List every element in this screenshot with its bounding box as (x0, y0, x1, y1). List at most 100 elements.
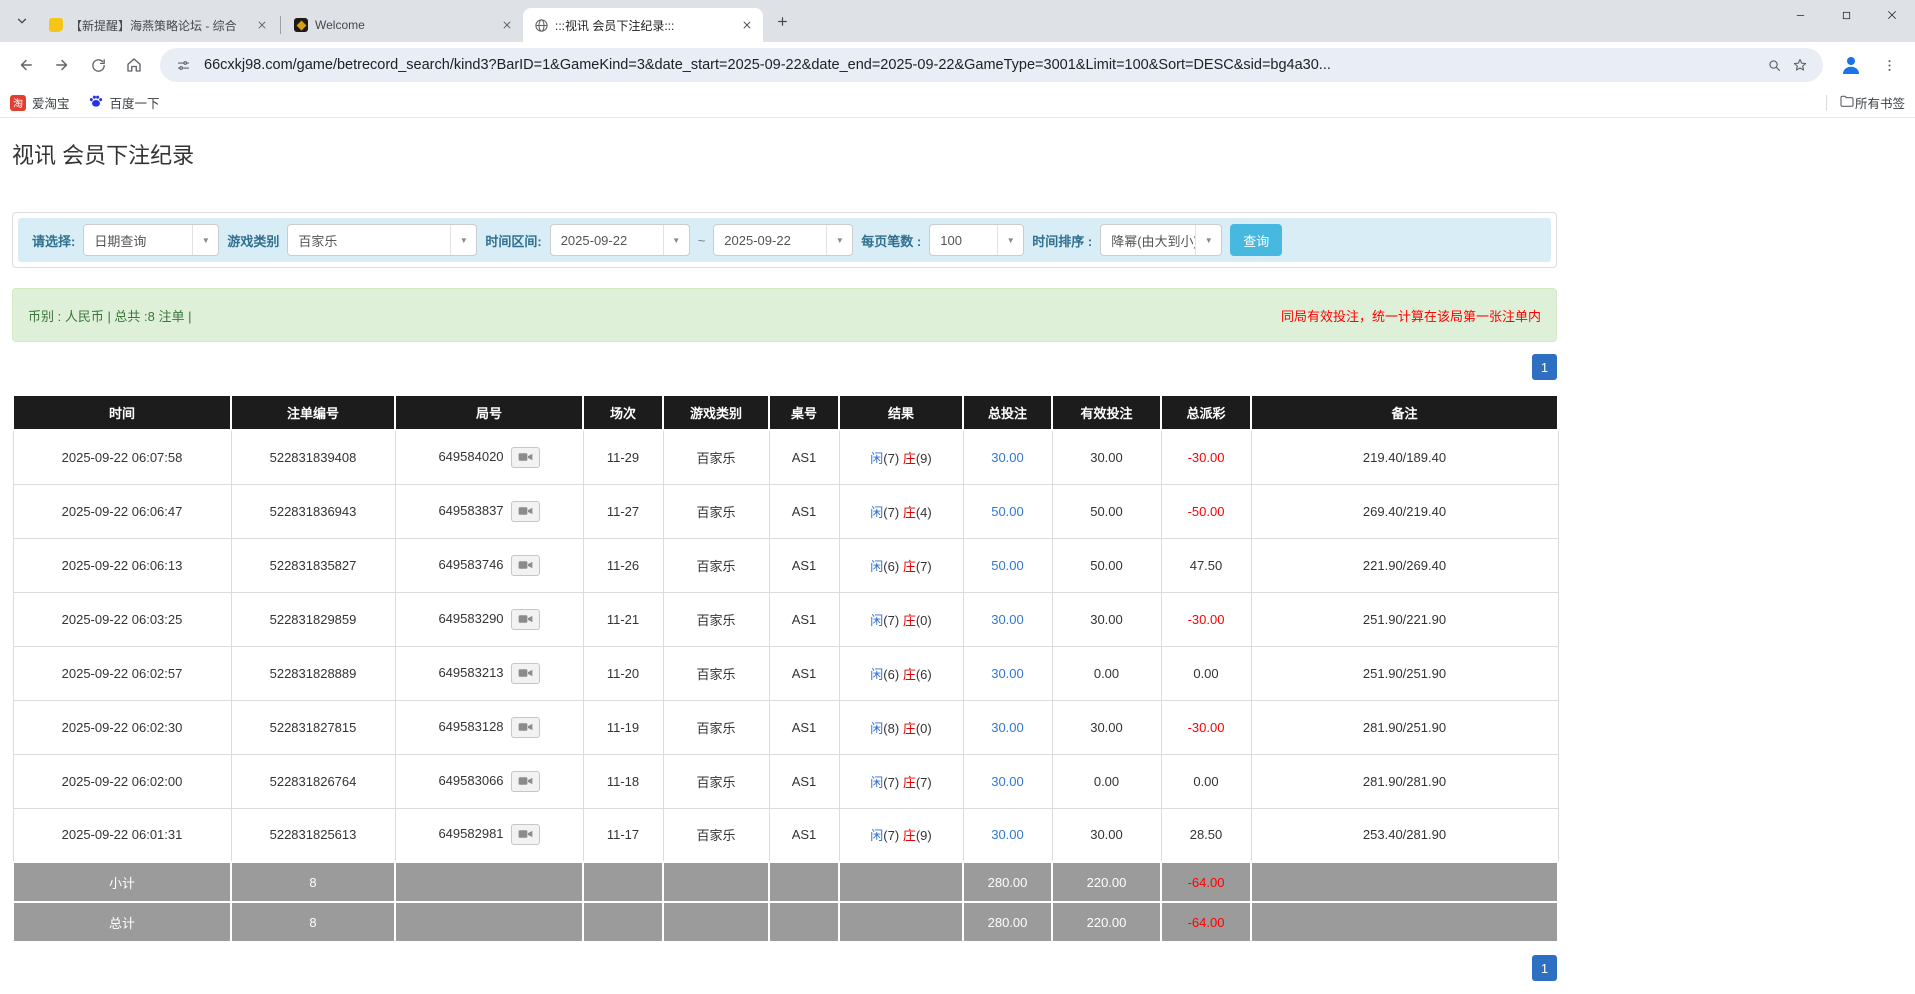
browser-menu-button[interactable] (1873, 49, 1905, 81)
date-range-tilde: ~ (698, 233, 706, 248)
cell-total-bet: 30.00 (963, 592, 1052, 646)
per-page-select[interactable]: 100 ▼ (929, 224, 1024, 256)
cell-bet-id: 522831827815 (231, 700, 395, 754)
cell-table: AS1 (769, 430, 839, 484)
page-content: 视讯 会员下注纪录 请选择: 日期查询 ▼ 游戏类别 百家乐 ▼ 时间区间: (0, 118, 1915, 981)
bookmark-baidu[interactable]: 百度一下 (88, 93, 160, 112)
zoom-icon[interactable] (1761, 52, 1787, 78)
cell-total-bet: 50.00 (963, 484, 1052, 538)
table-row: 2025-09-22 06:02:00522831826764649583066… (13, 754, 1558, 808)
search-button[interactable]: 查询 (1230, 224, 1282, 256)
tab-close-icon[interactable] (254, 17, 270, 33)
table-row: 2025-09-22 06:03:25522831829859649583290… (13, 592, 1558, 646)
query-type-select[interactable]: 日期查询 ▼ (83, 224, 219, 256)
window-controls (1777, 0, 1915, 30)
home-button[interactable] (118, 49, 150, 81)
table-header-cell: 总派彩 (1161, 395, 1251, 430)
page-number-button[interactable]: 1 (1532, 354, 1557, 380)
cell-session: 11-27 (583, 484, 663, 538)
cell-table: AS1 (769, 592, 839, 646)
cell-note: 219.40/189.40 (1251, 430, 1558, 484)
back-button[interactable] (10, 49, 42, 81)
round-number: 649583746 (438, 556, 503, 571)
round-video-button[interactable] (511, 771, 540, 792)
sum-payout: -64.00 (1161, 902, 1251, 942)
time-sort-select[interactable]: 降幂(由大到小) ▼ (1100, 224, 1222, 256)
cell-total-bet: 30.00 (963, 808, 1052, 862)
forward-button[interactable] (46, 49, 78, 81)
cell-time: 2025-09-22 06:02:57 (13, 646, 231, 700)
bookmarks-bar: 淘 爱淘宝 百度一下 所有书签 (0, 88, 1915, 118)
round-video-button[interactable] (511, 609, 540, 630)
round-number: 649583213 (438, 664, 503, 679)
table-header-row: 时间注单编号局号场次游戏类别桌号结果总投注有效投注总派彩备注 (13, 395, 1558, 430)
video-camera-icon (518, 505, 533, 520)
date-end-select[interactable]: 2025-09-22 ▼ (713, 224, 853, 256)
bookmark-taobao[interactable]: 淘 爱淘宝 (10, 93, 70, 112)
cell-round: 649583837 (395, 484, 583, 538)
cell-valid-bet: 50.00 (1052, 538, 1161, 592)
cell-valid-bet: 30.00 (1052, 592, 1161, 646)
reload-button[interactable] (82, 49, 114, 81)
cell-total-bet: 30.00 (963, 700, 1052, 754)
cell-valid-bet: 0.00 (1052, 646, 1161, 700)
round-video-button[interactable] (511, 447, 540, 468)
round-video-button[interactable] (511, 717, 540, 738)
avatar[interactable] (1835, 49, 1867, 81)
cell-game: 百家乐 (663, 484, 769, 538)
url-bar[interactable]: 66cxkj98.com/game/betrecord_search/kind3… (160, 48, 1823, 82)
tab-close-icon[interactable] (739, 17, 755, 33)
round-video-button[interactable] (511, 555, 540, 576)
filter-panel: 请选择: 日期查询 ▼ 游戏类别 百家乐 ▼ 时间区间: 2025-09-22 … (12, 212, 1557, 268)
bookmark-star-icon[interactable] (1787, 52, 1813, 78)
browser-tab-welcome[interactable]: Welcome (283, 8, 523, 42)
game-category-select[interactable]: 百家乐 ▼ (287, 224, 477, 256)
cell-round: 649583128 (395, 700, 583, 754)
round-video-button[interactable] (511, 501, 540, 522)
table-row: 2025-09-22 06:06:13522831835827649583746… (13, 538, 1558, 592)
tab-close-icon[interactable] (499, 17, 515, 33)
tab-search-button[interactable] (8, 7, 36, 35)
time-sort-label: 时间排序 : (1032, 231, 1092, 250)
minimize-button[interactable] (1777, 0, 1823, 30)
cell-total-bet: 30.00 (963, 646, 1052, 700)
cell-note: 253.40/281.90 (1251, 808, 1558, 862)
filter-bar: 请选择: 日期查询 ▼ 游戏类别 百家乐 ▼ 时间区间: 2025-09-22 … (18, 218, 1551, 262)
cell-result: 闲(8) 庄(0) (839, 700, 963, 754)
cell-time: 2025-09-22 06:02:30 (13, 700, 231, 754)
cell-payout: 47.50 (1161, 538, 1251, 592)
cell-result: 闲(6) 庄(6) (839, 646, 963, 700)
tab-divider (280, 16, 281, 34)
tab-strip: 【新提醒】海燕策略论坛 - 综合 Welcome :::视讯 会员下注纪录::: (0, 0, 1915, 42)
sum-valid-bet: 220.00 (1052, 862, 1161, 902)
page-number-button[interactable]: 1 (1532, 955, 1557, 981)
round-number: 649583128 (438, 718, 503, 733)
tab-favicon-welcome (293, 17, 309, 33)
cell-payout: 0.00 (1161, 754, 1251, 808)
date-start-select[interactable]: 2025-09-22 ▼ (550, 224, 690, 256)
maximize-button[interactable] (1823, 0, 1869, 30)
browser-tab-forum[interactable]: 【新提醒】海燕策略论坛 - 综合 (38, 8, 278, 42)
tab-title: Welcome (315, 18, 493, 32)
cell-session: 11-29 (583, 430, 663, 484)
cell-note: 269.40/219.40 (1251, 484, 1558, 538)
video-camera-icon (518, 559, 533, 574)
cell-result: 闲(7) 庄(4) (839, 484, 963, 538)
cell-session: 11-26 (583, 538, 663, 592)
cell-time: 2025-09-22 06:06:47 (13, 484, 231, 538)
new-tab-button[interactable] (769, 8, 795, 34)
cell-bet-id: 522831836943 (231, 484, 395, 538)
close-window-button[interactable] (1869, 0, 1915, 30)
sum-total-bet: 280.00 (963, 902, 1052, 942)
tab-title: :::视讯 会员下注纪录::: (555, 17, 733, 34)
site-info-icon[interactable] (170, 52, 196, 78)
round-video-button[interactable] (511, 824, 540, 845)
browser-tab-bet-records[interactable]: :::视讯 会员下注纪录::: (523, 8, 763, 42)
cell-session: 11-17 (583, 808, 663, 862)
round-video-button[interactable] (511, 663, 540, 684)
cell-valid-bet: 30.00 (1052, 430, 1161, 484)
cell-total-bet: 30.00 (963, 430, 1052, 484)
cell-payout: -50.00 (1161, 484, 1251, 538)
all-bookmarks[interactable]: 所有书签 (1826, 93, 1905, 112)
taobao-icon: 淘 (10, 95, 26, 111)
